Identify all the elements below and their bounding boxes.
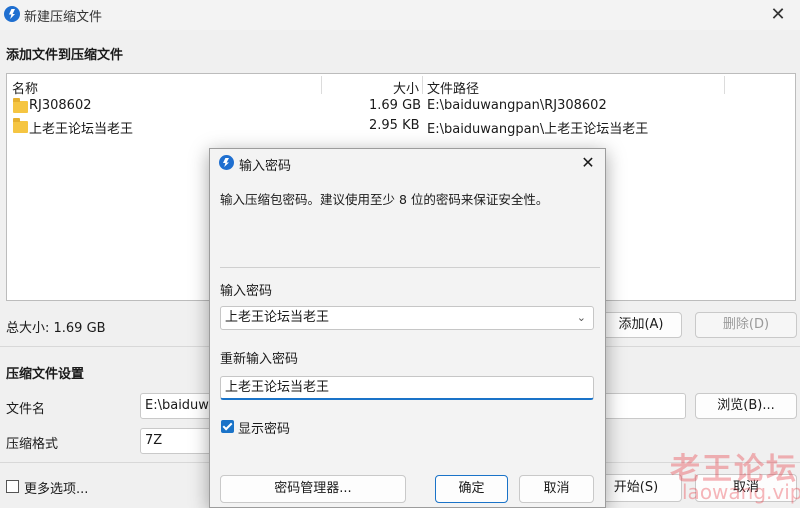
chevron-down-icon[interactable]: ⌄ (577, 307, 586, 329)
title-bar: 新建压缩文件 ✕ (0, 0, 800, 30)
ok-button[interactable]: 确定 (435, 475, 508, 503)
add-files-section-title: 添加文件到压缩文件 (6, 48, 124, 63)
dialog-close-button[interactable]: ✕ (576, 152, 600, 174)
total-size-label: 总大小: 1.69 GB (6, 321, 106, 336)
more-options-label: 更多选项... (24, 482, 89, 497)
divider (220, 267, 600, 268)
column-divider (422, 76, 423, 94)
folder-icon (13, 118, 28, 133)
password-dialog: 输入密码 ✕ 输入压缩包密码。建议使用至少 8 位的密码来保证安全性。 输入密码… (209, 148, 606, 508)
file-size: 1.69 GB (369, 98, 422, 113)
password-value: 上老王论坛当老王 (225, 310, 330, 325)
format-label: 压缩格式 (6, 437, 59, 452)
column-divider (724, 76, 725, 94)
window-close-button[interactable]: ✕ (766, 4, 790, 26)
more-options-checkbox[interactable] (6, 480, 19, 493)
file-name: 上老王论坛当老王 (29, 122, 134, 137)
file-name: RJ308602 (29, 98, 92, 113)
folder-icon (13, 98, 28, 113)
file-row[interactable]: 上老王论坛当老王 2.95 KB E:\baiduwangpan\上老王论坛当老… (7, 117, 795, 137)
column-header-name[interactable]: 名称 (12, 78, 38, 97)
browse-button[interactable]: 浏览(B)... (695, 393, 797, 419)
dialog-description: 输入压缩包密码。建议使用至少 8 位的密码来保证安全性。 (220, 192, 549, 207)
delete-button[interactable]: 删除(D) (695, 312, 797, 338)
column-divider (321, 76, 322, 94)
show-password-label: 显示密码 (238, 422, 291, 437)
password-input[interactable]: 上老王论坛当老王 ⌄ (220, 306, 594, 330)
window-title: 新建压缩文件 (24, 10, 103, 25)
dialog-title: 输入密码 (239, 159, 292, 174)
add-button[interactable]: 添加(A) (600, 312, 682, 338)
show-password-checkbox[interactable] (221, 420, 234, 433)
dialog-cancel-button[interactable]: 取消 (519, 475, 594, 503)
password-manager-button[interactable]: 密码管理器... (220, 475, 406, 503)
reenter-password-value: 上老王论坛当老王 (225, 380, 330, 395)
password-label: 输入密码 (220, 284, 273, 299)
watermark-url: laowang.vip (682, 480, 800, 504)
reenter-password-label: 重新输入密码 (220, 352, 299, 367)
reenter-password-input[interactable]: 上老王论坛当老王 (220, 376, 594, 400)
file-path: E:\baiduwangpan\RJ308602 (427, 98, 607, 113)
file-path: E:\baiduwangpan\上老王论坛当老王 (427, 122, 649, 137)
file-row[interactable]: RJ308602 1.69 GB E:\baiduwangpan\RJ30860… (7, 97, 795, 117)
filename-label: 文件名 (6, 402, 46, 417)
app-logo-icon (219, 155, 234, 170)
file-size: 2.95 KB (369, 118, 420, 133)
column-header-size[interactable]: 大小 (393, 78, 419, 97)
settings-section-title: 压缩文件设置 (6, 367, 85, 382)
dialog-title-bar: 输入密码 ✕ (210, 149, 605, 177)
column-header-path[interactable]: 文件路径 (427, 78, 479, 97)
app-logo-icon (4, 6, 20, 22)
